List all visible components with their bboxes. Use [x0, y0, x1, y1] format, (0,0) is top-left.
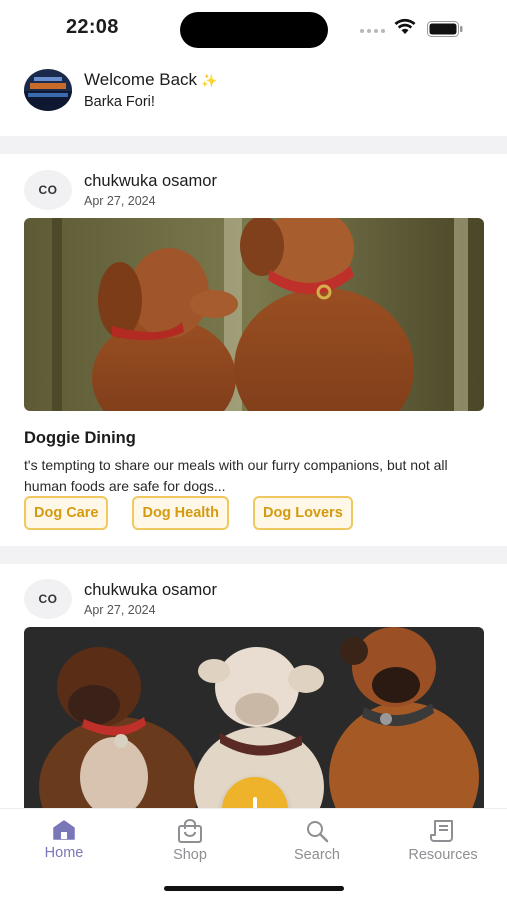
- cellular-signal-icon: [360, 29, 385, 33]
- author-avatar[interactable]: CO: [24, 170, 72, 210]
- tab-label: Resources: [408, 847, 478, 863]
- post-image[interactable]: [24, 218, 484, 411]
- tab-search[interactable]: Search: [267, 819, 367, 863]
- battery-icon: [427, 21, 463, 37]
- wifi-icon: [394, 18, 416, 34]
- search-icon: [307, 821, 329, 843]
- welcome-title: Welcome Back ✨: [84, 70, 218, 89]
- tab-label: Shop: [173, 847, 207, 863]
- shopping-bag-icon: [178, 819, 202, 843]
- tab-resources[interactable]: Resources: [393, 819, 493, 863]
- post-excerpt: t's tempting to share our meals with our…: [24, 457, 448, 494]
- resources-icon: [430, 820, 453, 842]
- tab-home[interactable]: Home: [14, 819, 114, 861]
- home-icon: [53, 820, 75, 840]
- status-bar: 22:08: [0, 0, 507, 58]
- welcome-header: Welcome Back ✨ Barka Fori!: [24, 68, 484, 112]
- post-date: Apr 27, 2024: [84, 603, 156, 617]
- status-time: 22:08: [66, 16, 119, 38]
- tag-chip[interactable]: Dog Lovers: [253, 496, 353, 530]
- tag-chip[interactable]: Dog Health: [132, 496, 229, 530]
- user-avatar[interactable]: [24, 69, 72, 111]
- sparkle-icon: ✨: [201, 73, 218, 88]
- tab-label: Search: [294, 847, 340, 863]
- section-divider: [0, 546, 507, 564]
- tab-shop[interactable]: Shop: [140, 819, 240, 863]
- home-indicator: [164, 886, 344, 891]
- author-avatar[interactable]: CO: [24, 579, 72, 619]
- welcome-user-name: Barka Fori!: [84, 94, 155, 110]
- section-divider: [0, 136, 507, 154]
- post-header: CO chukwuka osamor Apr 27, 2024: [24, 579, 217, 619]
- dynamic-island: [180, 12, 328, 48]
- post-date: Apr 27, 2024: [84, 194, 156, 208]
- tag-chip[interactable]: Dog Care: [24, 496, 109, 530]
- tab-label: Home: [44, 845, 84, 861]
- post-author[interactable]: chukwuka osamor: [84, 172, 217, 191]
- post-header: CO chukwuka osamor Apr 27, 2024: [24, 170, 217, 210]
- tag-list: Dog Care Dog Health Dog Lovers: [24, 496, 353, 530]
- post-author[interactable]: chukwuka osamor: [84, 581, 217, 600]
- post-title[interactable]: Doggie Dining: [24, 429, 136, 448]
